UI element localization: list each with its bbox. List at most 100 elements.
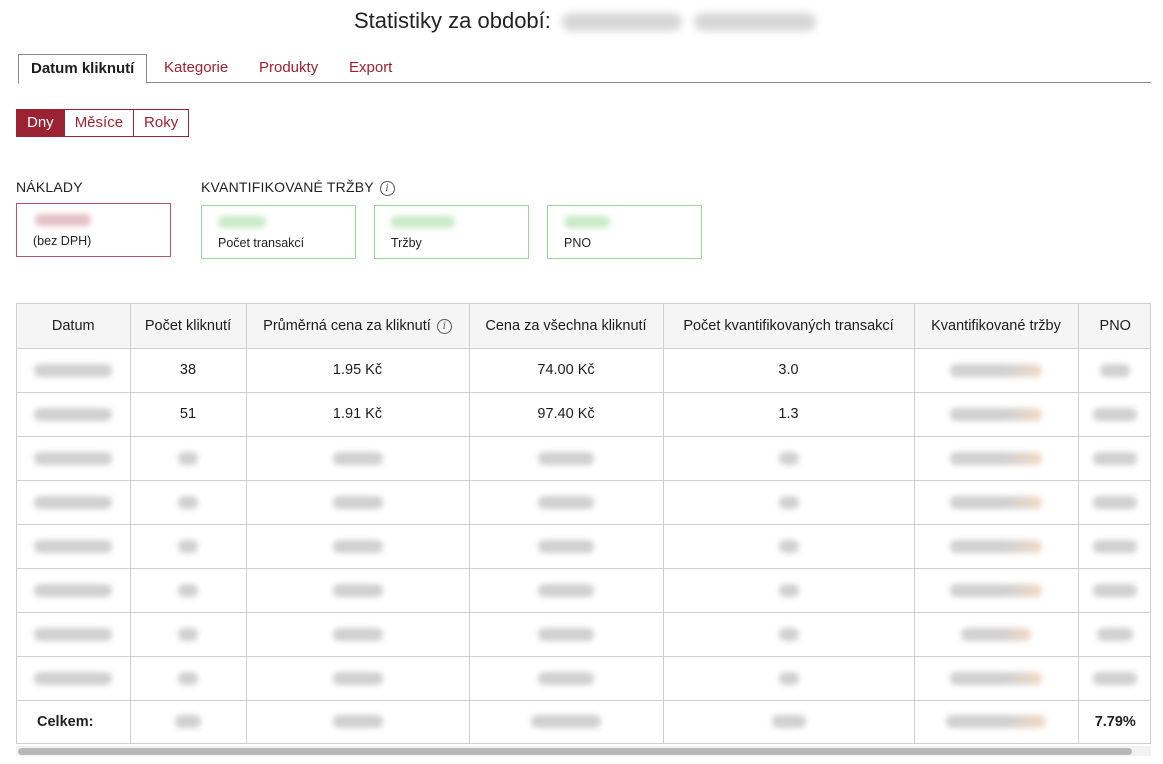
cell-revenue [914,348,1079,393]
col-header-avg-cpc[interactable]: Průměrná cena za kliknutí i [246,304,470,349]
pno-box: PNO [547,205,702,259]
cell-total-cost [469,436,664,481]
total-clicks [130,700,247,743]
cell-date [17,568,131,613]
cell-revenue [914,436,1079,481]
period-days-button[interactable]: Dny [16,109,65,137]
col-header-pno[interactable]: PNO [1078,304,1150,349]
costs-caption: (bez DPH) [33,234,92,248]
cell-pno [1078,524,1150,569]
col-header-transactions[interactable]: Počet kvantifikovaných transakcí [663,304,915,349]
cell-total-cost [469,656,664,701]
pno-value-redacted [564,216,610,228]
cell-revenue [914,612,1079,657]
horizontal-scrollbar[interactable] [16,746,1151,756]
cell-transactions: 1.3 [663,392,915,437]
cell-pno [1078,612,1150,657]
cell-avg-cpc [246,612,470,657]
stats-table: Datum Počet kliknutí Průměrná cena za kl… [16,303,1151,744]
table-row [17,436,1150,481]
total-transactions [663,700,915,743]
cell-clicks [130,480,247,525]
info-icon[interactable]: i [436,318,452,334]
pno-caption: PNO [564,236,592,250]
cell-pno [1078,436,1150,481]
col-header-revenue[interactable]: Kvantifikované tržby [914,304,1079,349]
page-title: Statistiky za období: [354,8,551,33]
info-icon[interactable]: i [379,181,395,196]
cell-revenue [914,524,1079,569]
tab-bar: Datum kliknutí Kategorie Produkty Export [18,54,1151,84]
cell-revenue [914,656,1079,701]
table-row [17,656,1150,701]
cell-total-cost [469,612,664,657]
cell-avg-cpc: 1.95 Kč [246,348,470,393]
cell-clicks [130,568,247,613]
col-header-date[interactable]: Datum [17,304,131,349]
col-header-total-cost[interactable]: Cena za všechna kliknutí [469,304,664,349]
cell-avg-cpc [246,524,470,569]
cell-avg-cpc: 1.91 Kč [246,392,470,437]
cell-transactions [663,436,915,481]
cell-total-cost: 74.00 Kč [469,348,664,393]
table-row: 51 1.91 Kč 97.40 Kč 1.3 [17,392,1150,437]
cell-transactions [663,656,915,701]
cell-pno [1078,568,1150,613]
table-row [17,612,1150,657]
costs-heading-text: NÁKLADY [16,179,83,195]
cell-clicks [130,656,247,701]
revenue-value-redacted [391,216,455,228]
revenue-heading: KVANTIFIKOVANÉ TRŽBY i [201,179,395,196]
tab-produkty[interactable]: Produkty [259,54,318,83]
cell-avg-cpc [246,656,470,701]
cell-transactions [663,612,915,657]
table-header-row: Datum Počet kliknutí Průměrná cena za kl… [17,304,1150,349]
period-months-button[interactable]: Měsíce [64,109,135,137]
cell-date [17,524,131,569]
revenue-heading-text: KVANTIFIKOVANÉ TRŽBY [201,179,374,195]
transactions-value-redacted [218,216,266,228]
cell-total-cost [469,480,664,525]
cell-clicks [130,436,247,481]
cell-date [17,612,131,657]
table-row: 38 1.95 Kč 74.00 Kč 3.0 [17,348,1150,393]
cell-pno [1078,656,1150,701]
table-row [17,480,1150,525]
tab-kategorie[interactable]: Kategorie [164,54,228,83]
cell-date [17,348,131,393]
col-header-clicks[interactable]: Počet kliknutí [130,304,247,349]
period-start-redacted [562,13,682,31]
table-row [17,568,1150,613]
cell-total-cost [469,568,664,613]
cell-total-cost [469,524,664,569]
table-row [17,524,1150,569]
revenue-box: Tržby [374,205,529,259]
cell-avg-cpc [246,436,470,481]
cell-clicks [130,612,247,657]
costs-box: (bez DPH) [16,203,171,257]
transactions-box: Počet transakcí [201,205,356,259]
cell-clicks [130,524,247,569]
total-revenue [914,700,1079,743]
total-avg-cpc [246,700,470,743]
cell-pno [1078,480,1150,525]
period-years-button[interactable]: Roky [134,109,190,137]
cell-revenue [914,480,1079,525]
total-cost [469,700,664,743]
period-toggle: Dny Měsíce Roky [16,109,190,137]
title-row: Statistiky za období: [0,6,1163,36]
tab-datum-kliknuti[interactable]: Datum kliknutí [18,54,148,84]
cell-pno [1078,392,1150,437]
cell-clicks: 38 [130,348,247,393]
tab-export[interactable]: Export [349,54,392,83]
cell-date [17,480,131,525]
period-end-redacted [694,13,816,31]
cell-date [17,392,131,437]
cell-transactions [663,480,915,525]
table-total-row: Celkem: 7.79% [17,700,1150,743]
cell-transactions: 3.0 [663,348,915,393]
total-label: Celkem: [17,700,131,743]
cell-clicks: 51 [130,392,247,437]
costs-value-redacted [35,214,91,226]
scrollbar-thumb[interactable] [18,748,1132,755]
